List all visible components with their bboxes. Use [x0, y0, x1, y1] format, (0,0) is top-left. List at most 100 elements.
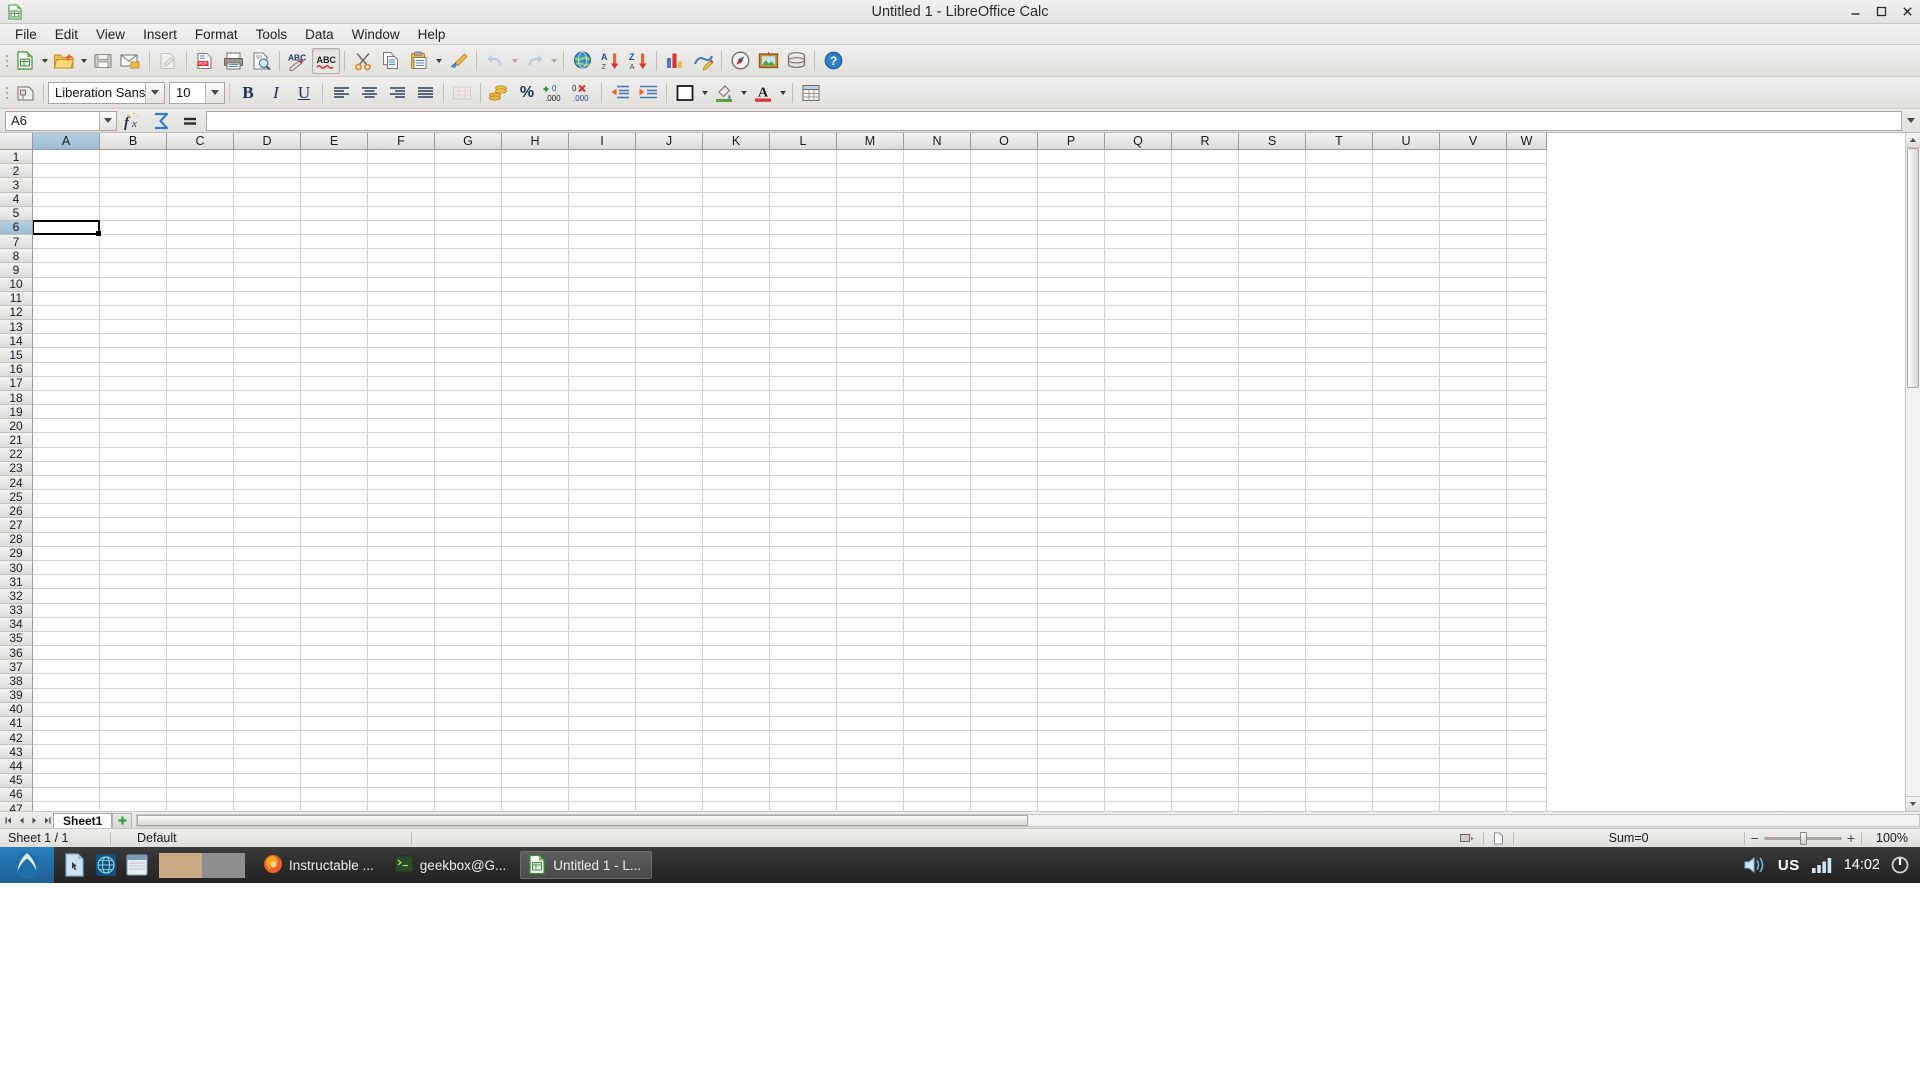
cell-H16[interactable]	[502, 363, 569, 377]
cell-V46[interactable]	[1440, 788, 1507, 802]
cell-L9[interactable]	[770, 263, 837, 277]
cell-N13[interactable]	[904, 320, 971, 334]
cell-T10[interactable]	[1306, 278, 1373, 292]
firefox-task[interactable]: Instructable ...	[257, 851, 384, 879]
column-header-U[interactable]: U	[1373, 133, 1440, 150]
cell-Q38[interactable]	[1105, 674, 1172, 688]
cell-G20[interactable]	[435, 419, 502, 433]
cell-D32[interactable]	[234, 589, 301, 603]
cell-E20[interactable]	[301, 419, 368, 433]
last-sheet-button[interactable]	[41, 813, 53, 827]
row-header-44[interactable]: 44	[0, 759, 33, 773]
cell-D25[interactable]	[234, 490, 301, 504]
cell-C46[interactable]	[167, 788, 234, 802]
cell-G39[interactable]	[435, 689, 502, 703]
cell-J13[interactable]	[636, 320, 703, 334]
cell-L16[interactable]	[770, 363, 837, 377]
cell-W14[interactable]	[1507, 334, 1547, 348]
cell-U2[interactable]	[1373, 164, 1440, 178]
cell-L24[interactable]	[770, 476, 837, 490]
cell-P17[interactable]	[1038, 377, 1105, 391]
cell-I47[interactable]	[569, 802, 636, 811]
row-header-1[interactable]: 1	[0, 150, 33, 164]
row-header-7[interactable]: 7	[0, 235, 33, 249]
cell-S17[interactable]	[1239, 377, 1306, 391]
export-pdf-icon[interactable]: PDF	[191, 48, 219, 74]
cell-M47[interactable]	[837, 802, 904, 811]
menu-insert[interactable]: Insert	[134, 25, 186, 44]
cell-E43[interactable]	[301, 745, 368, 759]
cell-N32[interactable]	[904, 589, 971, 603]
cell-R1[interactable]	[1172, 150, 1239, 164]
keyboard-layout-indicator[interactable]: US	[1778, 857, 1800, 874]
cell-K9[interactable]	[703, 263, 770, 277]
row-header-38[interactable]: 38	[0, 674, 33, 688]
sort-ascending-icon[interactable]: A Z	[596, 48, 624, 74]
cell-T20[interactable]	[1306, 419, 1373, 433]
cell-T17[interactable]	[1306, 377, 1373, 391]
cell-A42[interactable]	[33, 731, 100, 745]
column-header-Q[interactable]: Q	[1105, 133, 1172, 150]
cell-G19[interactable]	[435, 405, 502, 419]
cell-O12[interactable]	[971, 306, 1038, 320]
toolbar-grip[interactable]	[2, 48, 11, 74]
select-all-corner[interactable]	[0, 133, 33, 150]
cell-O14[interactable]	[971, 334, 1038, 348]
cell-T24[interactable]	[1306, 476, 1373, 490]
cell-U14[interactable]	[1373, 334, 1440, 348]
cell-V28[interactable]	[1440, 533, 1507, 547]
cell-S6[interactable]	[1239, 221, 1306, 235]
cell-L10[interactable]	[770, 278, 837, 292]
cell-G32[interactable]	[435, 589, 502, 603]
cell-P11[interactable]	[1038, 292, 1105, 306]
cell-K25[interactable]	[703, 490, 770, 504]
network-signal-icon[interactable]	[1810, 855, 1834, 875]
cell-D21[interactable]	[234, 433, 301, 447]
cell-L4[interactable]	[770, 193, 837, 207]
cell-J18[interactable]	[636, 391, 703, 405]
column-header-O[interactable]: O	[971, 133, 1038, 150]
cell-C15[interactable]	[167, 348, 234, 362]
cell-Q25[interactable]	[1105, 490, 1172, 504]
cell-I38[interactable]	[569, 674, 636, 688]
cell-D9[interactable]	[234, 263, 301, 277]
cell-G33[interactable]	[435, 604, 502, 618]
cell-I40[interactable]	[569, 703, 636, 717]
cell-O18[interactable]	[971, 391, 1038, 405]
add-decimal-place-button[interactable]: 0 .000	[541, 80, 569, 106]
cell-H14[interactable]	[502, 334, 569, 348]
cell-R31[interactable]	[1172, 575, 1239, 589]
menu-window[interactable]: Window	[343, 25, 409, 44]
cell-W16[interactable]	[1507, 363, 1547, 377]
cell-T23[interactable]	[1306, 462, 1373, 476]
cell-I30[interactable]	[569, 561, 636, 575]
cell-M19[interactable]	[837, 405, 904, 419]
cell-O20[interactable]	[971, 419, 1038, 433]
background-color-button[interactable]	[710, 80, 738, 106]
cell-E13[interactable]	[301, 320, 368, 334]
cell-W39[interactable]	[1507, 689, 1547, 703]
cell-J43[interactable]	[636, 745, 703, 759]
open-folder-icon[interactable]	[50, 48, 78, 74]
cell-F42[interactable]	[368, 731, 435, 745]
conditional-formatting-button[interactable]	[797, 80, 825, 106]
cell-U23[interactable]	[1373, 462, 1440, 476]
cell-V17[interactable]	[1440, 377, 1507, 391]
cell-K29[interactable]	[703, 547, 770, 561]
cell-P1[interactable]	[1038, 150, 1105, 164]
cell-O27[interactable]	[971, 518, 1038, 532]
cell-Q6[interactable]	[1105, 221, 1172, 235]
cell-D33[interactable]	[234, 604, 301, 618]
cell-R17[interactable]	[1172, 377, 1239, 391]
cell-C38[interactable]	[167, 674, 234, 688]
cell-Q31[interactable]	[1105, 575, 1172, 589]
cell-C16[interactable]	[167, 363, 234, 377]
cell-G5[interactable]	[435, 207, 502, 221]
cell-M17[interactable]	[837, 377, 904, 391]
cell-W24[interactable]	[1507, 476, 1547, 490]
column-header-G[interactable]: G	[435, 133, 502, 150]
cell-I24[interactable]	[569, 476, 636, 490]
document-modified-icon[interactable]	[1484, 829, 1513, 848]
cell-D19[interactable]	[234, 405, 301, 419]
cell-G44[interactable]	[435, 759, 502, 773]
